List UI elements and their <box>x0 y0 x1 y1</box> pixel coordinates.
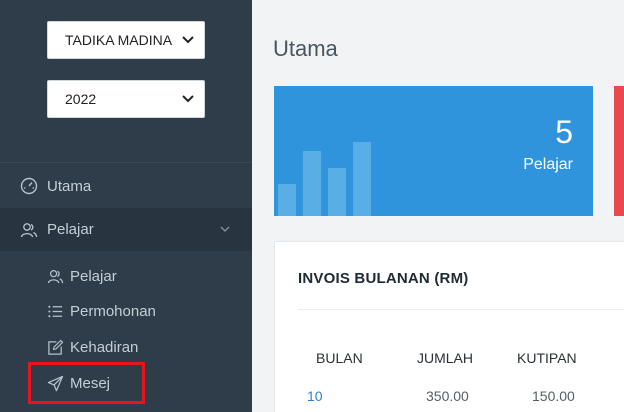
stat-tile-pelajar[interactable]: 5 Pelajar <box>274 86 593 216</box>
sidebar-divider <box>0 162 252 163</box>
sidebar-subitem-pelajar[interactable]: Pelajar <box>0 263 252 289</box>
highlight-box <box>28 362 145 404</box>
users-icon <box>20 222 38 237</box>
cell-bulan-link[interactable]: 10 <box>307 388 323 404</box>
column-header-bulan: BULAN <box>316 350 363 366</box>
dashboard-icon <box>20 177 38 195</box>
page-title: Utama <box>273 36 338 61</box>
stat-label: Pelajar <box>523 156 573 173</box>
year-select-value: 2022 <box>65 91 97 107</box>
chevron-down-icon <box>182 95 194 103</box>
sidebar-subitem-kehadiran[interactable]: Kehadiran <box>0 334 252 360</box>
sidebar: TADIKA MADINAH 2022 Utama Pelajar Pelaja… <box>0 0 252 412</box>
bar-chart-icon <box>278 142 371 216</box>
stat-tile-red[interactable] <box>614 86 624 216</box>
year-select[interactable]: 2022 <box>47 80 205 118</box>
list-icon <box>48 305 63 317</box>
sidebar-item-pelajar[interactable]: Pelajar <box>0 208 252 251</box>
school-select-value: TADIKA MADINAH <box>65 32 173 48</box>
stat-value: 5 <box>555 114 573 150</box>
invoice-panel: INVOIS BULANAN (RM) BULAN JUMLAH KUTIPAN… <box>274 241 624 412</box>
edit-icon <box>48 339 64 355</box>
sidebar-item-utama[interactable]: Utama <box>0 172 252 200</box>
cell-jumlah: 350.00 <box>426 388 469 404</box>
chevron-down-icon <box>182 36 194 44</box>
cell-kutipan: 150.00 <box>532 388 575 404</box>
main-content: Utama 5 Pelajar INVOIS BULANAN (RM) BULA… <box>252 0 624 412</box>
sidebar-subitem-label: Permohonan <box>70 302 156 320</box>
panel-title: INVOIS BULANAN (RM) <box>298 270 469 287</box>
sidebar-subitem-permohonan[interactable]: Permohonan <box>0 298 252 324</box>
school-select[interactable]: TADIKA MADINAH <box>47 21 205 59</box>
sidebar-subitem-label: Pelajar <box>70 267 117 285</box>
users-icon <box>47 269 64 283</box>
sidebar-subitem-label: Kehadiran <box>70 338 139 356</box>
column-header-jumlah: JUMLAH <box>417 350 474 366</box>
column-header-kutipan: KUTIPAN <box>517 350 577 366</box>
panel-divider <box>298 309 624 310</box>
sidebar-item-label: Pelajar <box>47 221 94 238</box>
chevron-down-icon <box>220 226 230 232</box>
sidebar-item-label: Utama <box>47 177 92 195</box>
